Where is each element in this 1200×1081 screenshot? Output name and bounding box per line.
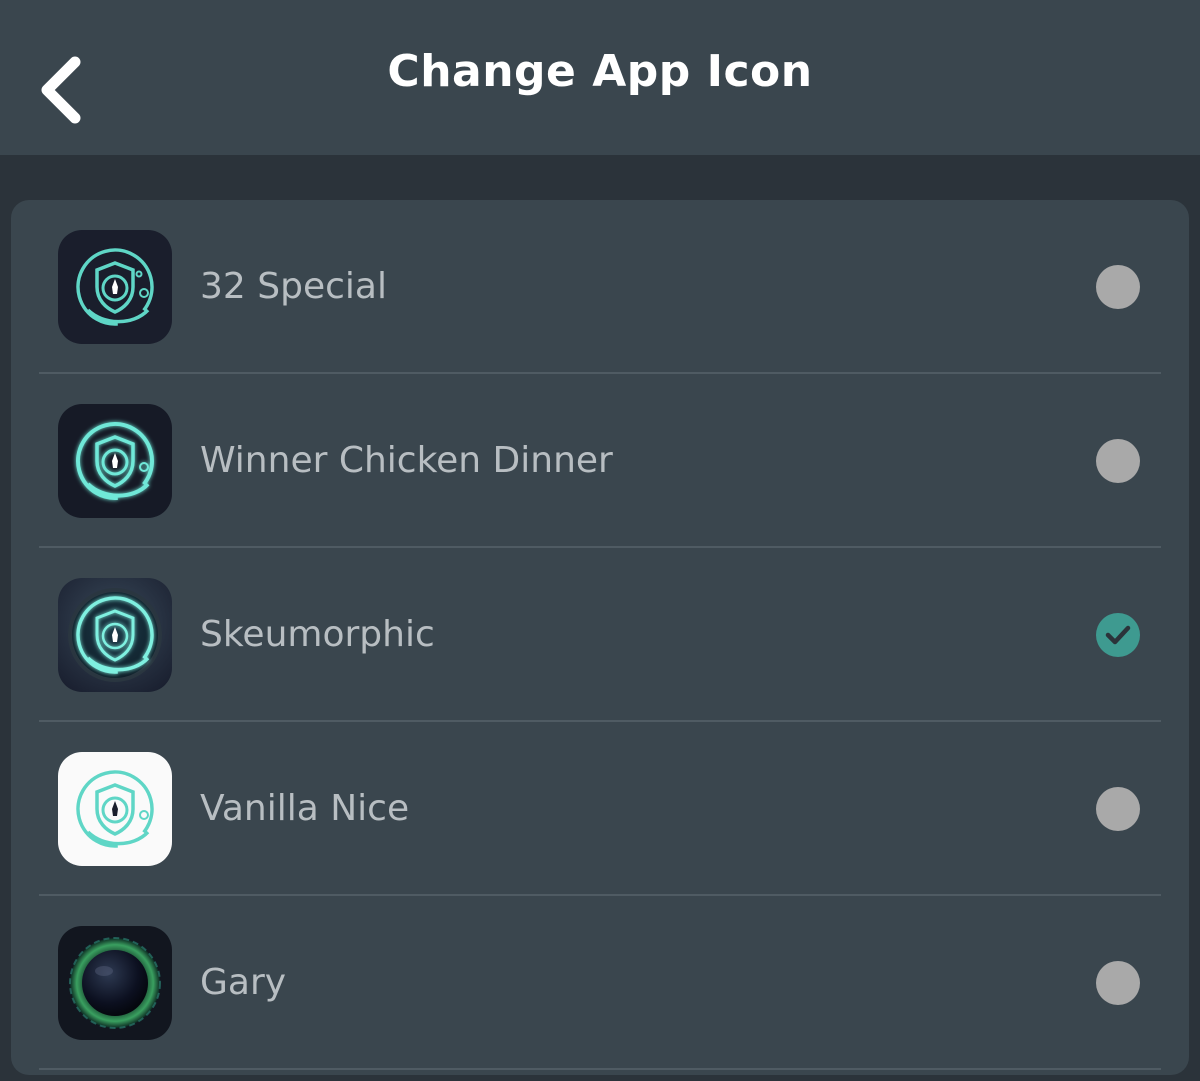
winner-chicken-dinner-icon [58,404,172,518]
skeumorphic-icon [58,578,172,692]
radio-unselected[interactable] [1096,787,1140,831]
icon-option-winner-chicken-dinner[interactable]: Winner Chicken Dinner [11,374,1189,548]
gary-icon [58,926,172,1040]
icon-option-skeumorphic[interactable]: Skeumorphic [11,548,1189,722]
navigation-bar: Change App Icon [0,0,1200,155]
radio-unselected[interactable] [1096,265,1140,309]
radio-selected[interactable] [1096,613,1140,657]
icon-option-label: Winner Chicken Dinner [200,440,613,481]
page-title: Change App Icon [387,46,813,97]
icon-options-list: 32 Special Winner Chicken Dinner Skeumor… [11,200,1189,1075]
back-button[interactable] [26,48,96,132]
icon-option-label: 32 Special [200,266,387,307]
checkmark-icon [1105,625,1131,645]
icon-option-gary[interactable]: Gary [11,896,1189,1070]
icon-option-label: Vanilla Nice [200,788,410,829]
divider [39,1068,1161,1070]
radio-unselected[interactable] [1096,961,1140,1005]
icon-option-label: Gary [200,962,287,1003]
icon-option-label: Skeumorphic [200,614,435,655]
chevron-left-icon [41,56,81,124]
radio-unselected[interactable] [1096,439,1140,483]
icon-option-32-special[interactable]: 32 Special [11,200,1189,374]
icon-option-vanilla-nice[interactable]: Vanilla Nice [11,722,1189,896]
vanilla-nice-icon [58,752,172,866]
32-special-icon [58,230,172,344]
